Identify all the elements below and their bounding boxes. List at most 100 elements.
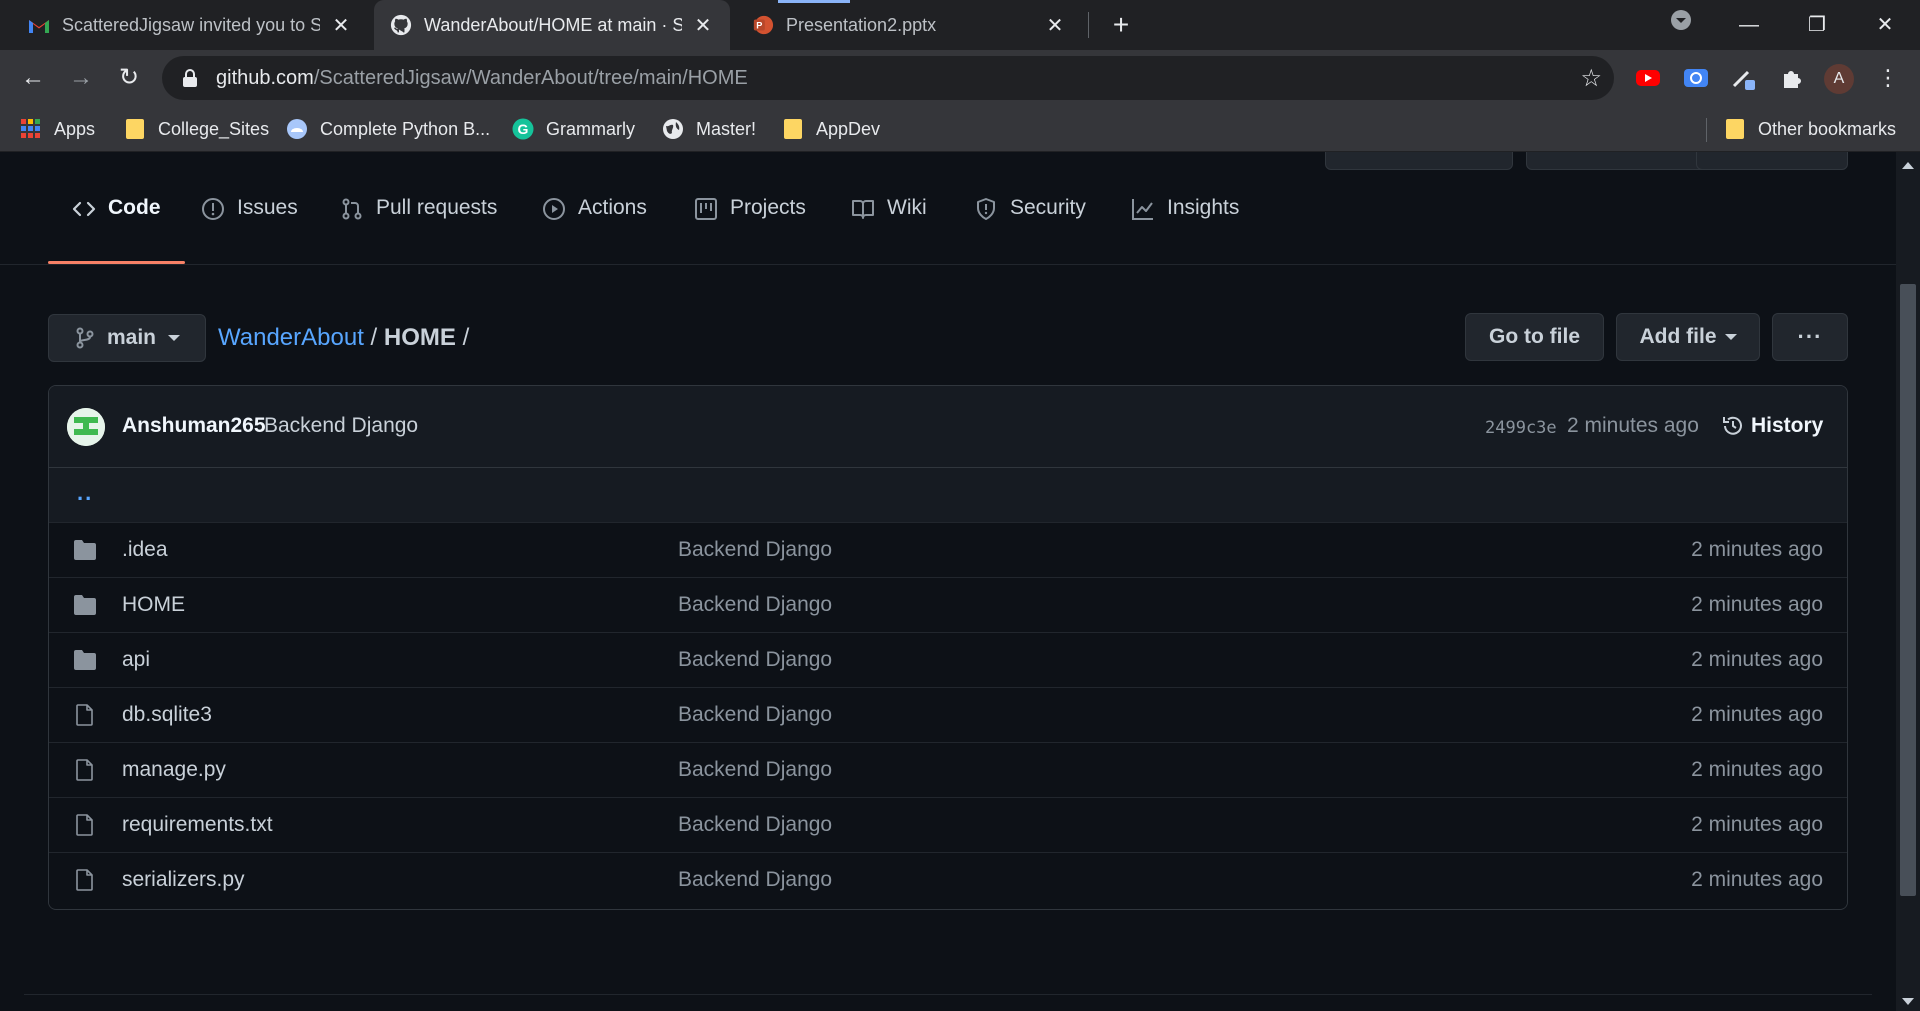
branch-name: main: [107, 326, 157, 349]
github-page: Code Issues Pull requests Actions Projec…: [0, 152, 1896, 1011]
tab-label: Actions: [578, 196, 647, 219]
window-close-icon[interactable]: ✕: [1868, 8, 1902, 42]
go-to-file-button[interactable]: Go to file: [1465, 313, 1604, 361]
file-commit-time: 2 minutes ago: [1691, 593, 1823, 616]
profile-avatar[interactable]: A: [1824, 64, 1854, 94]
bookmark-label: Apps: [54, 118, 96, 139]
file-commit-message[interactable]: Backend Django: [678, 593, 832, 617]
close-icon[interactable]: ✕: [1044, 13, 1066, 38]
browser-tab-strip: ScatteredJigsaw invited you to Sc ✕ Wand…: [0, 0, 1920, 50]
tab-security[interactable]: Security: [974, 192, 1086, 264]
close-icon[interactable]: ✕: [330, 13, 352, 38]
add-file-button[interactable]: Add file: [1616, 313, 1760, 361]
file-commit-message[interactable]: Backend Django: [678, 648, 832, 672]
tab-gmail[interactable]: ScatteredJigsaw invited you to Sc ✕: [12, 0, 368, 50]
browser-menu-icon[interactable]: ⋮: [1874, 64, 1902, 92]
extensions-puzzle-icon[interactable]: [1778, 64, 1806, 92]
tab-powerpoint[interactable]: P Presentation2.pptx ✕: [736, 0, 1082, 50]
history-label: History: [1751, 414, 1824, 437]
bookmark-label: Grammarly: [546, 118, 635, 139]
tab-search-icon[interactable]: [1664, 8, 1698, 42]
address-bar[interactable]: github.com/ScatteredJigsaw/WanderAbout/t…: [162, 56, 1614, 100]
scroll-up-arrow-icon[interactable]: [1902, 162, 1914, 169]
chevron-down-icon: [1724, 334, 1737, 340]
file-name[interactable]: .idea: [122, 538, 168, 562]
file-name[interactable]: db.sqlite3: [122, 703, 212, 727]
tab-label: Insights: [1167, 196, 1240, 219]
more-options-button[interactable]: ···: [1772, 313, 1848, 361]
file-icon: [76, 759, 93, 781]
history-link[interactable]: History: [1721, 414, 1823, 438]
file-name[interactable]: HOME: [122, 593, 185, 617]
table-row[interactable]: .idea Backend Django 2 minutes ago: [49, 523, 1847, 578]
tab-insights[interactable]: Insights: [1131, 192, 1239, 264]
parent-directory-row[interactable]: ..: [49, 468, 1847, 523]
bookmark-complete-python[interactable]: Complete Python B...: [286, 116, 490, 142]
tab-pull-requests[interactable]: Pull requests: [340, 192, 497, 264]
bookmark-apps[interactable]: Apps: [20, 116, 95, 142]
forward-arrow-icon[interactable]: →: [64, 62, 98, 96]
parent-directory-link[interactable]: ..: [77, 480, 93, 506]
youtube-extension-icon[interactable]: [1634, 64, 1662, 92]
bookmarks-divider: [1706, 118, 1707, 142]
file-name[interactable]: api: [122, 648, 150, 672]
table-row[interactable]: requirements.txt Backend Django 2 minute…: [49, 798, 1847, 853]
back-arrow-icon[interactable]: ←: [16, 62, 50, 96]
folder-icon: [74, 595, 96, 615]
file-commit-message[interactable]: Backend Django: [678, 868, 832, 892]
breadcrumb-separator: /: [370, 324, 378, 351]
table-row[interactable]: api Backend Django 2 minutes ago: [49, 633, 1847, 688]
site-icon: [286, 118, 308, 140]
repo-nav: Code Issues Pull requests Actions Projec…: [0, 152, 1896, 265]
file-icon: [76, 869, 93, 891]
scrollbar-thumb[interactable]: [1900, 284, 1916, 896]
close-icon[interactable]: ✕: [692, 13, 714, 38]
file-name[interactable]: manage.py: [122, 758, 226, 782]
tab-projects[interactable]: Projects: [694, 192, 806, 264]
commit-author[interactable]: Anshuman265: [122, 414, 266, 438]
reload-icon[interactable]: ↻: [112, 62, 146, 96]
tab-actions[interactable]: Actions: [542, 192, 647, 264]
file-commit-message[interactable]: Backend Django: [678, 538, 832, 562]
profile-initial: A: [1833, 70, 1845, 87]
avatar[interactable]: [67, 408, 105, 446]
bookmark-star-icon[interactable]: ☆: [1580, 64, 1602, 93]
bookmark-college-sites[interactable]: College_Sites: [124, 116, 269, 142]
bookmark-appdev[interactable]: AppDev: [782, 116, 880, 142]
table-row[interactable]: db.sqlite3 Backend Django 2 minutes ago: [49, 688, 1847, 743]
screenshot-extension-icon[interactable]: [1682, 64, 1710, 92]
new-tab-plus-icon[interactable]: +: [1106, 10, 1136, 40]
apps-grid-icon: [20, 118, 42, 140]
bookmark-grammarly[interactable]: G Grammarly: [512, 116, 635, 142]
minimize-icon[interactable]: —: [1732, 8, 1766, 42]
kebab-icon: ···: [1797, 324, 1823, 349]
breadcrumb-current: HOME: [383, 324, 456, 351]
tab-code[interactable]: Code: [48, 192, 184, 264]
pen-extension-icon[interactable]: [1730, 64, 1758, 92]
branch-selector[interactable]: main: [48, 314, 206, 362]
table-row[interactable]: serializers.py Backend Django 2 minutes …: [49, 853, 1847, 908]
table-row[interactable]: manage.py Backend Django 2 minutes ago: [49, 743, 1847, 798]
tab-wiki[interactable]: Wiki: [851, 192, 927, 264]
tab-github[interactable]: WanderAbout/HOME at main · Sc ✕: [374, 0, 730, 50]
file-commit-message[interactable]: Backend Django: [678, 703, 832, 727]
restore-icon[interactable]: ❐: [1800, 8, 1834, 42]
bookmark-master[interactable]: Master!: [662, 116, 756, 142]
scroll-down-arrow-icon[interactable]: [1902, 998, 1914, 1005]
commit-message[interactable]: Backend Django: [264, 414, 418, 438]
file-commit-message[interactable]: Backend Django: [678, 813, 832, 837]
commit-sha[interactable]: 2499c3e: [1485, 418, 1557, 438]
file-commit-message[interactable]: Backend Django: [678, 758, 832, 782]
file-commit-time: 2 minutes ago: [1691, 648, 1823, 671]
file-name[interactable]: serializers.py: [122, 868, 245, 892]
breadcrumb-repo-link[interactable]: WanderAbout: [218, 324, 364, 351]
project-icon: [695, 198, 717, 220]
table-row[interactable]: HOME Backend Django 2 minutes ago: [49, 578, 1847, 633]
url-host: github.com: [216, 66, 314, 89]
tab-issues[interactable]: Issues: [201, 192, 298, 264]
file-name[interactable]: requirements.txt: [122, 813, 273, 837]
bookmark-label: College_Sites: [158, 118, 270, 139]
page-scrollbar[interactable]: [1896, 152, 1920, 1011]
folder-icon: [74, 650, 96, 670]
other-bookmarks[interactable]: Other bookmarks: [1724, 116, 1896, 142]
